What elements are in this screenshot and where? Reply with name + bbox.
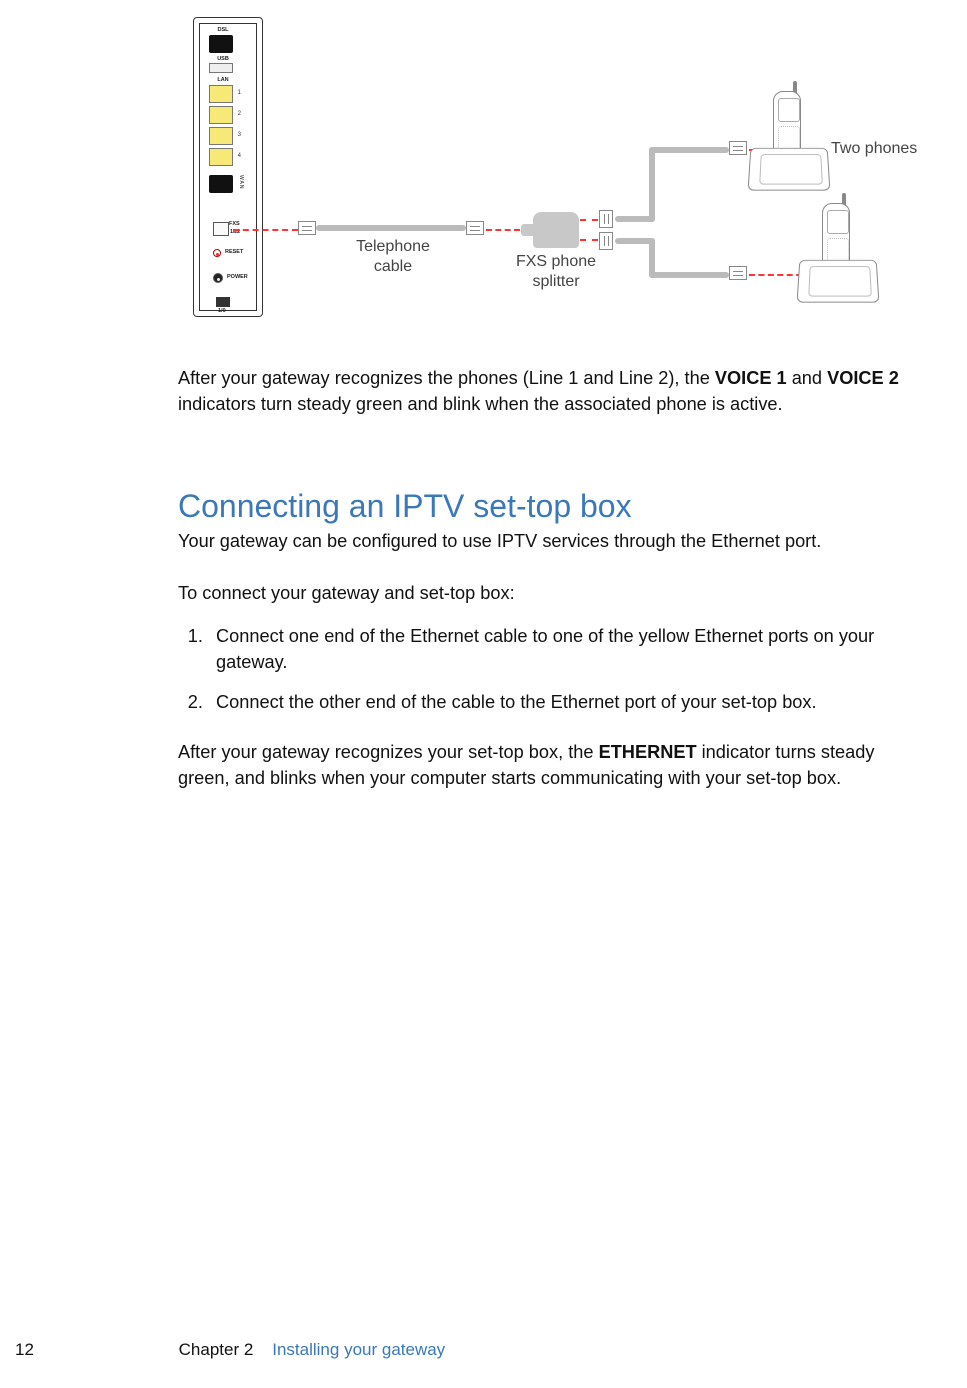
lan-number: 3: [238, 132, 241, 138]
text: After your gateway recognizes your set-t…: [178, 742, 599, 762]
phone-cable: [649, 147, 655, 222]
usb-port: [209, 63, 233, 73]
rj-plug-icon: [599, 210, 613, 228]
page-footer: 12 Chapter 2 Installing your gateway: [15, 1340, 445, 1360]
steps-list: Connect one end of the Ethernet cable to…: [178, 624, 918, 716]
phone-cable: [649, 272, 729, 278]
step-item: Connect one end of the Ethernet cable to…: [208, 624, 918, 676]
port-label-usb: USB: [213, 56, 233, 62]
main-content: After your gateway recognizes the phones…: [178, 366, 918, 818]
reset-button-icon: [213, 249, 221, 257]
phone-icon: [798, 203, 878, 303]
port-label-reset: RESET: [225, 249, 243, 255]
port-label-power: POWER: [227, 274, 248, 280]
text: After your gateway recognizes the phones…: [178, 368, 715, 388]
rj-plug-icon: [729, 141, 747, 155]
wan-port: [209, 175, 233, 193]
fxs-phone-splitter: [533, 212, 579, 248]
lan-number: 4: [238, 153, 241, 159]
text: and: [787, 368, 827, 388]
port-label-lan: LAN: [213, 77, 233, 83]
rj-plug-icon: [298, 221, 316, 235]
fxs-port: [213, 222, 229, 236]
lan-ports-block: 1 2 3 4: [209, 85, 233, 175]
port-label-fxs: FXS: [229, 221, 240, 227]
telephone-cable-label: Telephone cable: [338, 237, 448, 277]
lan-number: 1: [238, 90, 241, 96]
lan-number: 2: [238, 111, 241, 117]
phone-base-icon: [797, 260, 880, 303]
lan-port-4: 4: [209, 148, 233, 166]
phone-base-icon: [748, 148, 831, 191]
lan-port-3: 3: [209, 127, 233, 145]
voice2-strong: VOICE 2: [827, 368, 899, 388]
phone-cable: [649, 147, 729, 153]
gateway-back-panel: DSL USB LAN 1 2 3 4 WAN FXS 1&2 RESET PO…: [183, 17, 273, 317]
page-number: 12: [15, 1340, 34, 1359]
lan-port-2: 2: [209, 106, 233, 124]
port-label-io: 1/0: [218, 308, 226, 314]
red-dashed-line: [233, 229, 298, 231]
bottom-clip: [216, 297, 230, 307]
text: indicators turn steady green and blink w…: [178, 394, 783, 414]
red-dashed-line: [486, 229, 520, 231]
voice-paragraph: After your gateway recognizes the phones…: [178, 366, 918, 418]
two-phones-label: Two phones: [831, 139, 931, 159]
after-paragraph: After your gateway recognizes your set-t…: [178, 740, 918, 792]
phone-icon: [749, 91, 829, 191]
step-item: Connect the other end of the cable to th…: [208, 690, 918, 716]
power-jack-icon: [213, 273, 223, 283]
section-intro: Your gateway can be configured to use IP…: [178, 529, 918, 555]
dsl-port: [209, 35, 233, 53]
lan-port-1: 1: [209, 85, 233, 103]
telephone-cable: [316, 225, 466, 231]
port-label-dsl: DSL: [213, 27, 233, 33]
rj-plug-icon: [599, 232, 613, 250]
red-dashed-line: [580, 219, 598, 221]
page: DSL USB LAN 1 2 3 4 WAN FXS 1&2 RESET PO…: [0, 0, 967, 1388]
fxs-splitter-label: FXS phone splitter: [501, 252, 611, 292]
chapter-title: Installing your gateway: [272, 1340, 445, 1359]
section-lead: To connect your gateway and set-top box:: [178, 581, 918, 607]
chapter-label: Chapter 2: [179, 1340, 254, 1359]
red-dashed-line: [580, 239, 598, 241]
voice1-strong: VOICE 1: [715, 368, 787, 388]
port-label-wan: WAN: [238, 175, 244, 189]
rj-plug-icon: [729, 266, 747, 280]
ethernet-strong: ETHERNET: [599, 742, 697, 762]
rj-plug-icon: [466, 221, 484, 235]
section-title: Connecting an IPTV set-top box: [178, 488, 918, 525]
connection-diagram: DSL USB LAN 1 2 3 4 WAN FXS 1&2 RESET PO…: [183, 17, 923, 317]
